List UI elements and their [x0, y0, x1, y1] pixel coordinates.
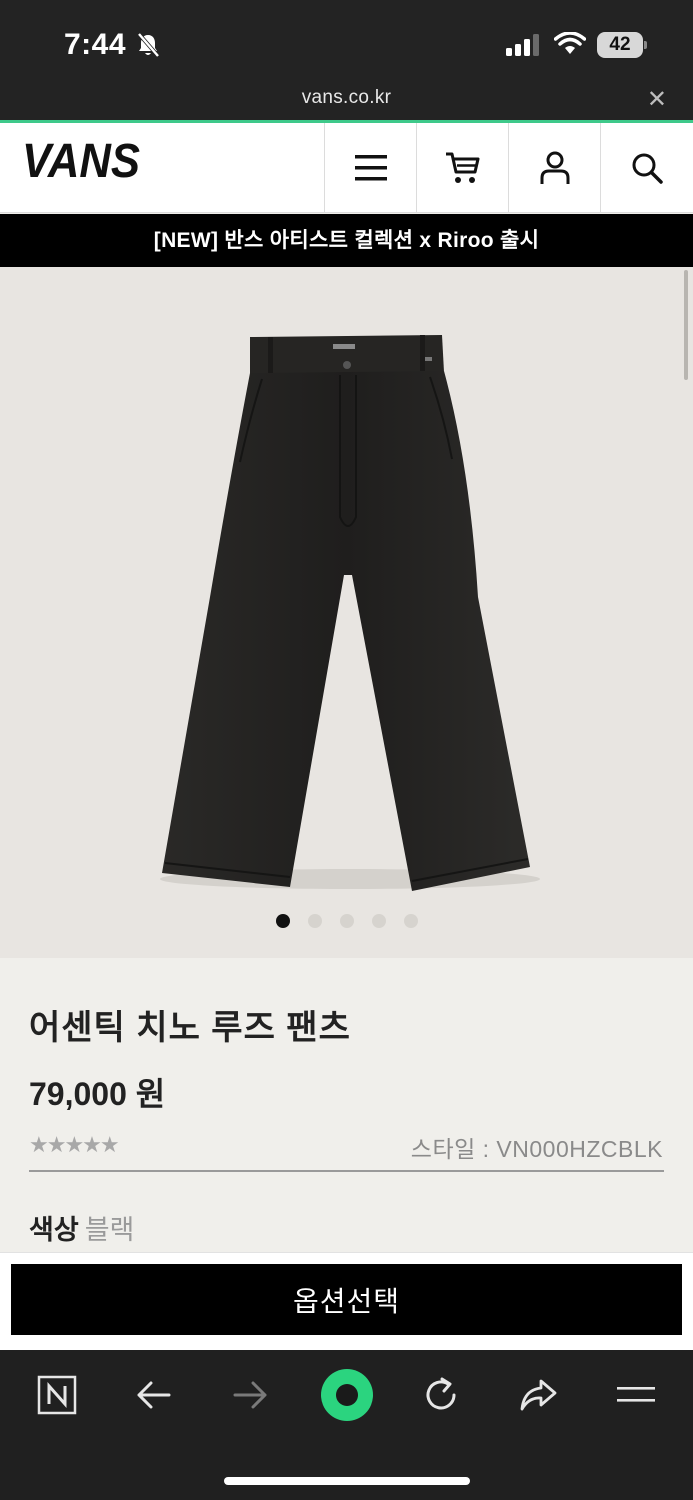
promo-banner[interactable]: [NEW] 반스 아티스트 컬렉션 x Riroo 출시	[0, 214, 693, 267]
gallery-dot-4[interactable]	[371, 914, 386, 928]
battery-icon: 42	[597, 32, 647, 58]
style-number: 스타일 : VN000HZCBLK	[410, 1136, 663, 1162]
gallery-dot-3[interactable]	[339, 914, 354, 928]
page-scrollbar[interactable]	[684, 270, 688, 380]
product-price: 79,000 원	[29, 1076, 166, 1112]
close-icon[interactable]: ✕	[647, 85, 667, 114]
divider	[29, 1170, 664, 1172]
status-time: 7:44	[64, 28, 127, 61]
vans-logo[interactable]: VANS	[22, 135, 144, 188]
search-icon[interactable]	[600, 123, 693, 213]
back-arrow-icon[interactable]	[129, 1370, 179, 1420]
hamburger-menu-icon[interactable]	[324, 123, 416, 213]
bell-slash-icon	[136, 32, 160, 63]
logo-text: VANS	[22, 137, 140, 183]
green-dot-icon[interactable]	[319, 1367, 375, 1423]
battery-level: 42	[597, 32, 643, 58]
status-bar: 7:44 42	[0, 0, 693, 90]
url-text[interactable]: vans.co.kr	[0, 87, 693, 109]
cell-signal-icon	[506, 34, 542, 61]
color-value: 블랙	[84, 1215, 135, 1245]
gallery-pagination	[0, 914, 693, 928]
product-title: 어센틱 치노 루즈 팬츠	[29, 1009, 351, 1047]
url-bar[interactable]: vans.co.kr ✕	[0, 80, 693, 120]
gallery-dot-1[interactable]	[275, 914, 290, 928]
user-icon[interactable]	[508, 123, 600, 213]
select-option-button[interactable]: 옵션선택	[11, 1264, 682, 1335]
wifi-icon	[553, 31, 587, 61]
cart-icon[interactable]	[416, 123, 508, 213]
gallery-dot-2[interactable]	[307, 914, 322, 928]
color-label: 색상	[29, 1215, 79, 1245]
home-indicator[interactable]	[224, 1477, 470, 1485]
product-image[interactable]	[0, 267, 693, 958]
reload-icon[interactable]	[416, 1370, 466, 1420]
share-icon[interactable]	[513, 1370, 563, 1420]
site-header: VANS	[0, 123, 693, 213]
pants-image	[160, 335, 540, 891]
rating-stars[interactable]: ★★★★★	[29, 1132, 120, 1158]
color-row: 색상 블랙	[29, 1208, 134, 1247]
forward-arrow-icon[interactable]	[225, 1370, 275, 1420]
menu-icon[interactable]	[611, 1370, 661, 1420]
naver-n-icon[interactable]	[32, 1370, 82, 1420]
gallery-dot-5[interactable]	[403, 914, 418, 928]
